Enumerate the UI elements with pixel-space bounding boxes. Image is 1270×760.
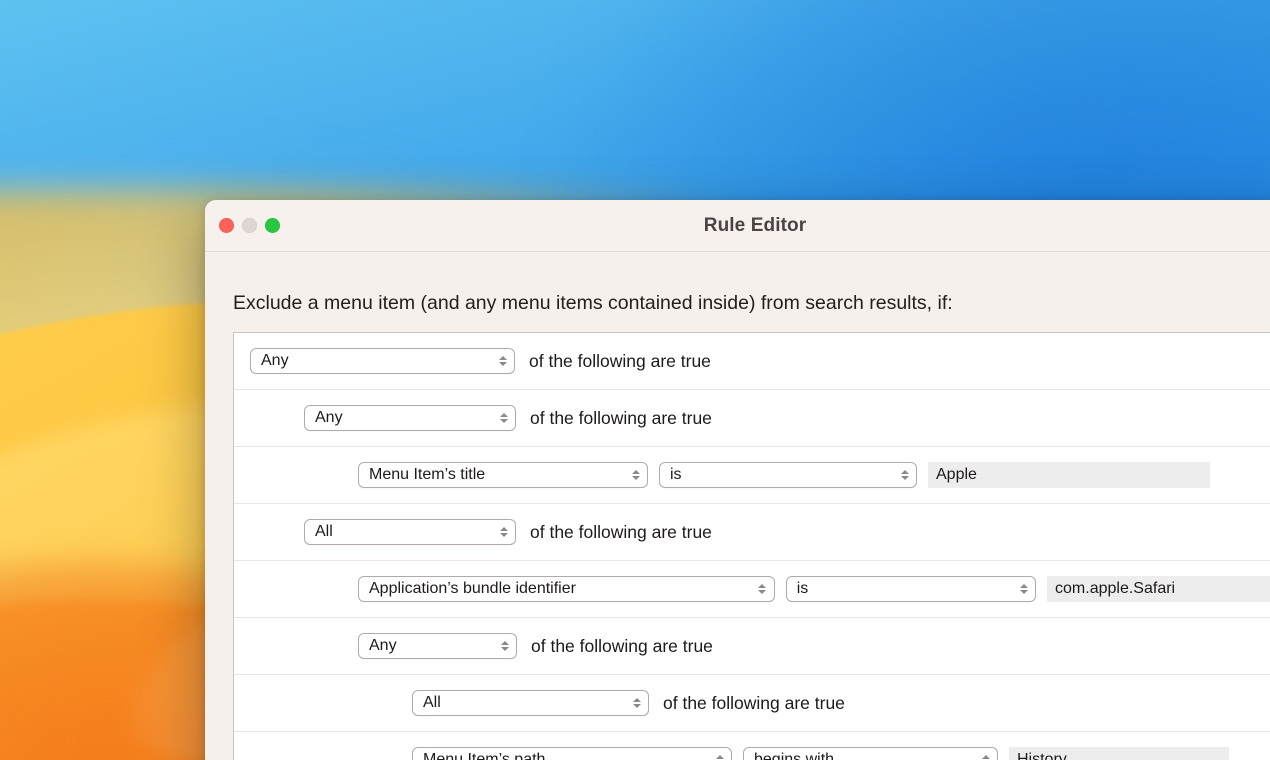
boolean-popup[interactable]: All	[304, 519, 516, 545]
criterion-operator-label: is	[670, 466, 682, 483]
rule-row: Menu Item’s path begins with History	[234, 732, 1270, 760]
chevron-up-down-icon	[498, 354, 507, 368]
criterion-key-label: Menu Item’s path	[423, 751, 546, 760]
criterion-key-label: Application’s bundle identifier	[369, 580, 576, 597]
chevron-up-down-icon	[500, 639, 509, 653]
criterion-operator-popup[interactable]: is	[785, 576, 1037, 602]
close-button[interactable]	[219, 218, 234, 233]
boolean-popup[interactable]: Any	[250, 348, 515, 374]
boolean-popup[interactable]: Any	[358, 633, 517, 659]
rules-table: Any of the following are true Any of the…	[233, 332, 1270, 760]
criterion-operator-popup[interactable]: is	[659, 462, 917, 488]
boolean-popup-label: Any	[369, 637, 397, 654]
boolean-popup[interactable]: Any	[304, 405, 516, 431]
zoom-button[interactable]	[265, 218, 280, 233]
criterion-value-input[interactable]: com.apple.Safari	[1047, 576, 1270, 602]
rule-row: All of the following are true	[234, 675, 1270, 732]
rule-trailing-text: of the following are true	[529, 350, 711, 371]
chevron-up-down-icon	[900, 468, 909, 482]
chevron-up-down-icon	[631, 468, 640, 482]
boolean-popup[interactable]: All	[412, 690, 649, 716]
rule-trailing-text: of the following are true	[530, 407, 712, 428]
boolean-popup-label: Any	[315, 409, 343, 426]
chevron-up-down-icon	[715, 753, 724, 760]
chevron-up-down-icon	[1019, 582, 1028, 596]
criterion-key-label: Menu Item’s title	[369, 466, 486, 483]
rule-row: Menu Item’s title is Apple	[234, 447, 1270, 504]
criterion-key-popup[interactable]: Menu Item’s title	[358, 462, 648, 488]
rule-row: Any of the following are true	[234, 333, 1270, 390]
criterion-key-popup[interactable]: Menu Item’s path	[412, 747, 732, 760]
chevron-up-down-icon	[632, 696, 641, 710]
rule-row: Application’s bundle identifier is com.a…	[234, 561, 1270, 618]
criterion-key-popup[interactable]: Application’s bundle identifier	[358, 576, 775, 602]
criterion-value-input[interactable]: Apple	[928, 462, 1210, 488]
criterion-operator-label: is	[796, 580, 809, 597]
rule-row: Any of the following are true	[234, 618, 1270, 675]
minimize-button[interactable]	[242, 218, 257, 233]
chevron-up-down-icon	[758, 582, 767, 596]
rule-trailing-text: of the following are true	[531, 635, 713, 656]
criterion-operator-popup[interactable]: begins with	[743, 747, 998, 760]
window-content: Exclude a menu item (and any menu items …	[205, 252, 1270, 760]
boolean-popup-label: All	[423, 694, 441, 711]
window-title: Rule Editor	[703, 214, 807, 236]
boolean-popup-label: Any	[261, 352, 289, 369]
rule-prompt-text: Exclude a menu item (and any menu items …	[233, 292, 953, 314]
rule-trailing-text: of the following are true	[530, 521, 712, 542]
traffic-light-group	[219, 218, 280, 233]
rule-trailing-text: of the following are true	[663, 692, 845, 713]
window-titlebar[interactable]: Rule Editor	[205, 200, 1270, 252]
rule-editor-window: Rule Editor Exclude a menu item (and any…	[205, 200, 1270, 760]
chevron-up-down-icon	[499, 525, 508, 539]
criterion-value-input[interactable]: History	[1009, 747, 1229, 760]
rule-row: All of the following are true	[234, 504, 1270, 561]
criterion-operator-label: begins with	[754, 751, 835, 760]
chevron-up-down-icon	[981, 753, 990, 760]
rule-row: Any of the following are true	[234, 390, 1270, 447]
desktop-wallpaper: Rule Editor Exclude a menu item (and any…	[0, 0, 1270, 760]
boolean-popup-label: All	[315, 523, 333, 540]
chevron-up-down-icon	[499, 411, 508, 425]
